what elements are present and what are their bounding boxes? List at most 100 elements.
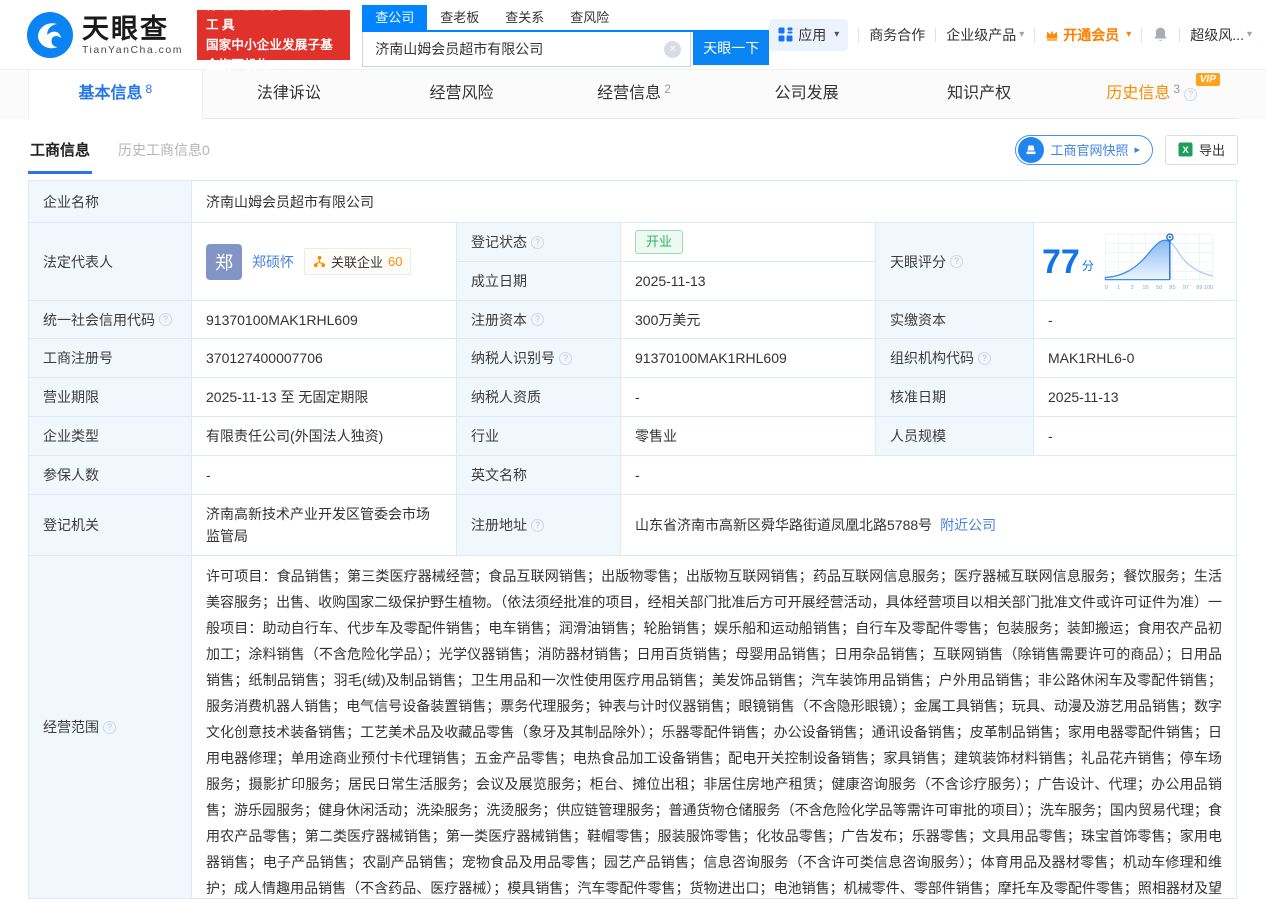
logo-swirl-icon	[26, 11, 74, 59]
official-snapshot-button[interactable]: 工商官网快照 ▸	[1015, 135, 1153, 165]
nav-super-risk[interactable]: 超级风... ▾	[1190, 25, 1252, 45]
svg-text:15: 15	[1142, 284, 1148, 290]
address-label: 注册地址?	[457, 495, 621, 556]
tab-label: 法律诉讼	[257, 85, 321, 102]
export-button[interactable]: X 导出	[1165, 135, 1238, 165]
search-tab-boss[interactable]: 查老板	[427, 5, 492, 30]
nav-cooperation[interactable]: 商务合作	[869, 25, 925, 45]
subtab-row: 工商信息 历史工商信息0 工商官网快照 ▸ X 导出	[0, 119, 1266, 180]
svg-text:3: 3	[1130, 284, 1133, 290]
establish-date-label: 成立日期	[457, 262, 621, 301]
notification-bell-icon[interactable]	[1152, 26, 1169, 43]
english-name-label: 英文名称	[457, 456, 621, 495]
tab-history-info[interactable]: 历史信息3? VIP	[1065, 70, 1238, 119]
search-tab-risk[interactable]: 查风险	[557, 5, 622, 30]
tab-label: 知识产权	[947, 85, 1011, 102]
svg-text:100: 100	[1204, 284, 1213, 290]
reg-capital-value: 300万美元	[621, 301, 876, 339]
legal-rep-name-link[interactable]: 郑硕怀	[252, 252, 294, 272]
tab-label: 公司发展	[775, 85, 839, 102]
tab-company-development[interactable]: 公司发展	[720, 70, 893, 119]
taxpayer-id-value: 91370100MAK1RHL609	[621, 339, 876, 378]
tab-label: 基本信息	[78, 85, 142, 102]
vip-badge: VIP	[1196, 73, 1220, 86]
business-scope-label: 经营范围?	[29, 556, 192, 899]
svg-text:50: 50	[1156, 284, 1162, 290]
subtab-history-registration[interactable]: 历史工商信息0	[118, 140, 210, 160]
nav-enterprise-products[interactable]: 企业级产品 ▾	[946, 25, 1024, 45]
org-code-label: 组织机构代码?	[876, 339, 1034, 378]
search-block: 查公司 查老板 查关系 查风险 × 天眼一下	[362, 5, 769, 65]
clear-search-icon[interactable]: ×	[664, 41, 681, 58]
subtab-business-registration[interactable]: 工商信息	[28, 125, 92, 174]
super-risk-label: 超级风...	[1190, 25, 1244, 45]
tab-legal-litigation[interactable]: 法律诉讼	[203, 70, 376, 119]
search-button[interactable]: 天眼一下	[693, 32, 769, 65]
header-nav: 应用 ▾ 商务合作 企业级产品 ▾ 开通会员 ▾ 超级风...	[769, 19, 1252, 51]
approval-date-label: 核准日期	[876, 378, 1034, 417]
divider	[1179, 28, 1180, 42]
tab-business-info[interactable]: 经营信息2	[548, 70, 721, 119]
tab-count: 8	[145, 82, 152, 96]
taxpayer-quality-value: -	[621, 378, 876, 417]
apps-menu-button[interactable]: 应用 ▾	[769, 19, 848, 51]
nav-open-vip[interactable]: 开通会员 ▾	[1045, 25, 1131, 45]
org-network-icon	[313, 255, 326, 268]
tab-label: 历史信息	[1106, 85, 1170, 102]
taxpayer-id-label: 纳税人识别号?	[457, 339, 621, 378]
arrow-right-icon: ▸	[1134, 143, 1140, 156]
paid-capital-value: -	[1034, 301, 1237, 339]
staff-size-value: -	[1034, 417, 1237, 456]
logo-title: 天眼查	[82, 14, 183, 44]
reg-status-label: 登记状态?	[457, 223, 621, 262]
search-input-wrap: ×	[362, 32, 691, 67]
search-tab-relation[interactable]: 查关系	[492, 5, 557, 30]
business-registration-table: 企业名称 济南山姆会员超市有限公司 法定代表人 郑 郑硕怀 关联企业 60 登记…	[28, 180, 1238, 899]
tab-intellectual-property[interactable]: 知识产权	[893, 70, 1066, 119]
tab-operational-risk[interactable]: 经营风险	[375, 70, 548, 119]
tab-basic-info[interactable]: 基本信息8	[28, 70, 203, 119]
export-label: 导出	[1199, 140, 1225, 159]
svg-text:1: 1	[1117, 284, 1120, 290]
score-label: 天眼评分?	[876, 223, 1034, 301]
search-input[interactable]	[363, 32, 690, 66]
app-grid-icon	[778, 27, 793, 42]
company-type-value: 有限责任公司(外国法人独资)	[192, 417, 457, 456]
search-tabs: 查公司 查老板 查关系 查风险	[362, 5, 769, 30]
score-unit: 分	[1082, 257, 1094, 274]
help-icon: ?	[531, 313, 544, 326]
tab-count: 3	[1173, 82, 1180, 96]
slogan-line1: 都在用的商业查询工具	[206, 0, 341, 35]
tab-label: 经营信息	[597, 85, 661, 102]
related-count: 60	[388, 254, 402, 269]
org-code-value: MAK1RHL6-0	[1034, 339, 1237, 378]
address-value: 山东省济南市高新区舜华路街道凤凰北路5788号	[635, 515, 932, 535]
company-name-value: 济南山姆会员超市有限公司	[192, 181, 1237, 223]
related-companies-badge[interactable]: 关联企业 60	[304, 248, 411, 275]
paid-capital-label: 实缴资本	[876, 301, 1034, 339]
english-name-value: -	[621, 456, 1237, 495]
help-icon: ?	[950, 255, 963, 268]
taxpayer-quality-label: 纳税人资质	[457, 378, 621, 417]
nearby-companies-link[interactable]: 附近公司	[940, 515, 996, 535]
reg-status-cell: 开业	[621, 223, 876, 262]
staff-size-label: 人员规模	[876, 417, 1034, 456]
svg-text:X: X	[1182, 145, 1189, 156]
company-name-label: 企业名称	[29, 181, 192, 223]
slogan-line2: 国家中小企业发展子基金旗下机构	[206, 35, 341, 75]
company-type-label: 企业类型	[29, 417, 192, 456]
status-badge: 开业	[635, 230, 683, 254]
search-tab-company[interactable]: 查公司	[362, 5, 427, 30]
score-value: 77	[1042, 245, 1080, 279]
header: 天眼查 TianYanCha.com 都在用的商业查询工具 国家中小企业发展子基…	[0, 0, 1266, 70]
reg-number-label: 工商注册号	[29, 339, 192, 378]
enterprise-label: 企业级产品	[946, 25, 1016, 45]
business-term-label: 营业期限	[29, 378, 192, 417]
address-cell: 山东省济南市高新区舜华路街道凤凰北路5788号 附近公司	[621, 495, 1237, 556]
tianyancha-logo[interactable]: 天眼查 TianYanCha.com	[26, 11, 183, 59]
reg-number-value: 370127400007706	[192, 339, 457, 378]
help-icon: ?	[559, 352, 572, 365]
caret-down-icon: ▾	[1247, 29, 1252, 40]
business-term-value: 2025-11-13 至 无固定期限	[192, 378, 457, 417]
divider	[1141, 28, 1142, 42]
